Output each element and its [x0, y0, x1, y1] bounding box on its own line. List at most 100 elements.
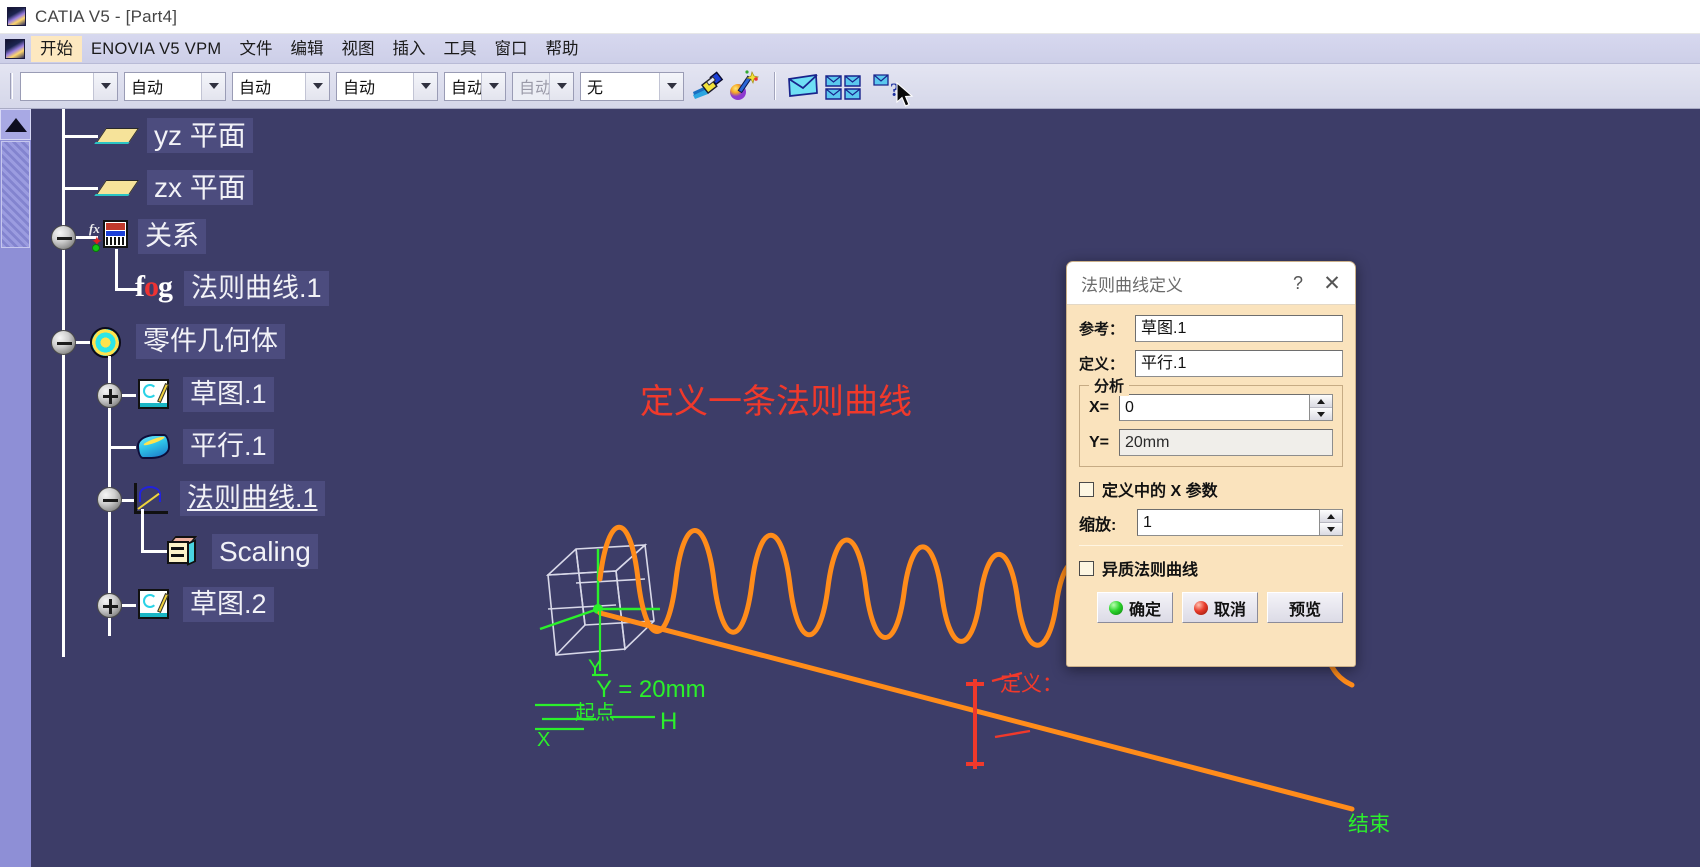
vertical-scrollbar[interactable] — [0, 109, 31, 867]
relations-calculator-icon: fx ✦ — [89, 219, 131, 254]
svg-text:?: ? — [890, 80, 900, 101]
tree-node-part-body[interactable]: 零件几何体 — [87, 324, 285, 359]
scaling-cube-icon — [163, 535, 205, 569]
label-h-axis: H — [660, 708, 677, 735]
magic-wand-icon[interactable] — [727, 69, 761, 103]
x-input[interactable]: 0 — [1119, 394, 1310, 421]
preview-button-label: 预览 — [1288, 601, 1321, 619]
tree-node-yz-plane[interactable]: yz 平面 — [95, 118, 253, 153]
tree-node-label: 法则曲线.1 — [184, 271, 329, 306]
envelope-icon[interactable] — [786, 69, 820, 103]
tree-branch-line — [62, 135, 98, 138]
scroll-up-arrow-icon[interactable] — [0, 109, 31, 140]
tree-node-law-curve-1[interactable]: 法则曲线.1 — [131, 481, 325, 516]
law-curve-definition-dialog[interactable]: 法则曲线定义 ? ✕ 参考： 草图.1 定义： 平行.1 分析 X= 0 Y= … — [1066, 261, 1356, 667]
x-stepper-down-icon[interactable] — [1310, 408, 1332, 420]
preview-button[interactable]: 预览 — [1267, 592, 1343, 623]
law-curve-icon — [131, 482, 173, 516]
menu-item-start[interactable]: 开始 — [31, 35, 82, 62]
reference-field[interactable]: 草图.1 — [1135, 315, 1343, 342]
workbench-combo[interactable] — [20, 71, 118, 101]
part-body-gear-icon — [87, 325, 129, 359]
definition-leader-line — [991, 671, 1023, 683]
tree-expand-sketch2-plus-icon[interactable] — [97, 593, 122, 618]
parallel-surface-icon — [134, 430, 176, 464]
tree-node-law-curve-relation[interactable]: fog 法则曲线.1 — [135, 270, 329, 306]
menu-item-insert[interactable]: 插入 — [383, 36, 434, 62]
tree-collapse-relations-button[interactable] — [51, 225, 76, 250]
color-combo[interactable]: 自动 — [444, 71, 506, 101]
tree-node-parallel-1[interactable]: 平行.1 — [134, 429, 274, 464]
tree-node-sketch-2[interactable]: 草图.2 — [134, 587, 274, 622]
menu-item-help[interactable]: 帮助 — [536, 36, 587, 62]
multi-envelope-icon[interactable] — [823, 69, 869, 103]
scaling-stepper-down-icon[interactable] — [1320, 523, 1342, 535]
analysis-group: 分析 X= 0 Y= 20mm — [1079, 375, 1343, 467]
graphic-properties-toolbar: 自动 自动 自动 自动 自动 无 ? — [0, 64, 1700, 109]
definition-marker — [966, 679, 984, 769]
tree-node-label: Scaling — [212, 534, 318, 569]
cancel-button[interactable]: 取消 — [1182, 592, 1258, 623]
x-stepper[interactable] — [1310, 394, 1333, 421]
thickness-combo[interactable]: 无 — [580, 71, 684, 101]
dialog-title-bar[interactable]: 法则曲线定义 ? ✕ — [1067, 262, 1355, 305]
menu-item-view[interactable]: 视图 — [332, 36, 383, 62]
x-stepper-up-icon[interactable] — [1310, 395, 1332, 408]
filter-combo-value: 自动 — [343, 80, 376, 97]
x-parameter-checkbox-row[interactable]: 定义中的 X 参数 — [1079, 477, 1343, 501]
tree-collapse-part-body-button[interactable] — [51, 330, 76, 355]
menu-item-window[interactable]: 窗口 — [485, 36, 536, 62]
scrollbar-track[interactable] — [1, 249, 30, 867]
heterogeneous-law-checkbox[interactable] — [1079, 560, 1094, 576]
label-end-point: 结束 — [1348, 812, 1390, 836]
paintbrush-icon[interactable] — [690, 69, 724, 103]
tree-node-label: 平行.1 — [183, 429, 274, 464]
scaling-stepper[interactable] — [1320, 509, 1343, 536]
chevron-down-icon[interactable] — [413, 72, 437, 100]
tree-node-relations[interactable]: fx ✦ 关系 — [89, 219, 206, 254]
plane-icon — [95, 119, 140, 153]
scrollbar-thumb[interactable] — [1, 141, 30, 248]
tree-node-scaling[interactable]: Scaling — [163, 534, 318, 569]
tree-expand-sketch1-plus-icon[interactable] — [97, 383, 122, 408]
toolbar-grip[interactable] — [10, 73, 13, 99]
help-icon[interactable]: ? — [1281, 268, 1315, 298]
definition-field[interactable]: 平行.1 — [1135, 350, 1343, 377]
sketch-icon — [134, 588, 176, 622]
chevron-down-icon[interactable] — [481, 72, 505, 100]
filter-combo[interactable]: 自动 — [336, 71, 438, 101]
chevron-down-icon[interactable] — [659, 72, 683, 100]
y-output: 20mm — [1119, 429, 1333, 456]
3d-viewport[interactable]: yz 平面 zx 平面 fx ✦ 关系 fog 法则曲线.1 零件几何体 草图.… — [0, 109, 1700, 867]
help-pointer-icon[interactable]: ? — [872, 69, 906, 103]
tree-child-line — [141, 509, 144, 553]
tree-node-zx-plane[interactable]: zx 平面 — [95, 170, 253, 205]
chevron-down-icon[interactable] — [305, 72, 329, 100]
x-label: X= — [1089, 398, 1110, 416]
scaling-input[interactable]: 1 — [1137, 509, 1320, 536]
heterogeneous-checkbox-row[interactable]: 异质法则曲线 — [1079, 556, 1343, 580]
chevron-down-icon[interactable] — [201, 72, 225, 100]
scaling-stepper-up-icon[interactable] — [1320, 510, 1342, 523]
tree-branch-line — [108, 446, 136, 449]
menu-item-file[interactable]: 文件 — [230, 36, 281, 62]
menu-item-tools[interactable]: 工具 — [434, 36, 485, 62]
sketch-icon — [134, 378, 176, 412]
red-dot-icon — [1193, 600, 1208, 615]
reference-label: 参考： — [1079, 321, 1125, 338]
ok-button[interactable]: 确定 — [1097, 592, 1173, 623]
layer-combo[interactable]: 自动 — [232, 71, 330, 101]
menu-item-enovia[interactable]: ENOVIA V5 VPM — [82, 36, 230, 62]
window-title: CATIA V5 - [Part4] — [35, 6, 178, 26]
render-style-combo[interactable]: 自动 — [124, 71, 226, 101]
definition-leader-line-2 — [994, 729, 1031, 739]
dialog-divider — [1079, 545, 1343, 546]
tree-collapse-law-curve-button[interactable] — [97, 487, 122, 512]
x-parameter-checkbox[interactable] — [1079, 481, 1094, 497]
tree-node-sketch-1[interactable]: 草图.1 — [134, 377, 274, 412]
app-menu-logo-icon[interactable] — [5, 38, 25, 59]
close-icon[interactable]: ✕ — [1315, 268, 1349, 298]
chevron-down-icon[interactable] — [93, 72, 117, 100]
definition-label: 定义： — [1079, 356, 1125, 373]
menu-item-edit[interactable]: 编辑 — [281, 36, 332, 62]
